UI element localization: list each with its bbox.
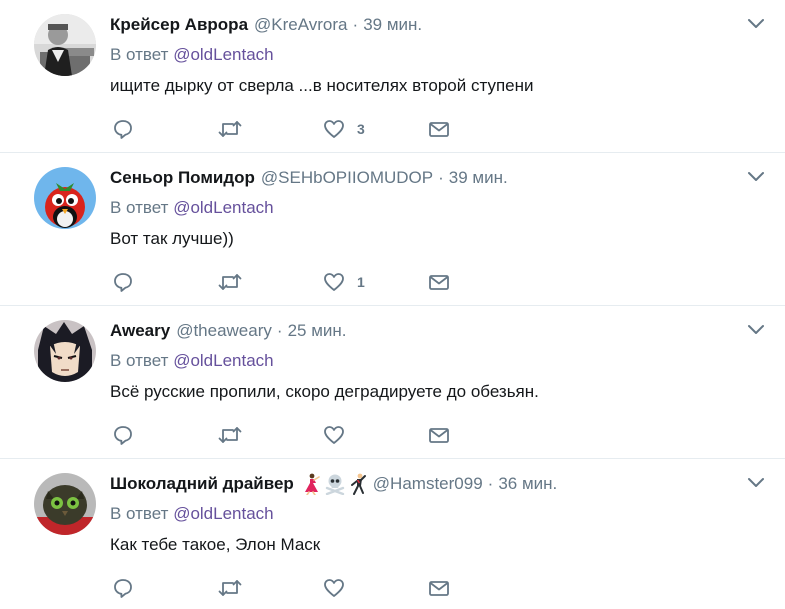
tweet-item[interactable]: Aweary @theaweary · 25 мин. В ответ @old… (0, 306, 785, 459)
reply-icon (114, 426, 132, 445)
name-emojis (301, 473, 367, 495)
separator-dot: · (438, 168, 444, 187)
tweet-header: Сеньор Помидор @SEHbOPIIOMUDOP · 39 мин. (110, 167, 508, 189)
like-button[interactable]: 1 (323, 271, 365, 293)
author-name[interactable]: Крейсер Аврора (110, 15, 248, 35)
avatar[interactable] (34, 320, 96, 382)
skull-crossbones-emoji-icon (325, 474, 344, 495)
separator-dot: · (276, 321, 283, 340)
direct-message-button[interactable] (428, 424, 450, 446)
retweet-button[interactable] (218, 424, 242, 446)
reply-prefix: В ответ (110, 198, 169, 217)
retweet-icon (218, 274, 242, 290)
reply-mention-link[interactable]: @oldLentach (173, 198, 273, 217)
retweet-icon (218, 121, 242, 137)
reply-icon (114, 120, 132, 139)
separator-dot: · (487, 474, 494, 493)
reply-button[interactable] (112, 424, 134, 446)
tweet-item[interactable]: Сеньор Помидор @SEHbOPIIOMUDOP · 39 мин.… (0, 153, 785, 306)
heart-icon (324, 120, 344, 138)
reply-prefix: В ответ (110, 351, 169, 370)
reply-icon (114, 273, 132, 292)
avatar[interactable] (34, 14, 96, 76)
heart-icon (324, 579, 344, 597)
author-name[interactable]: Aweary (110, 321, 170, 341)
reply-button[interactable] (112, 118, 134, 140)
like-count: 1 (357, 274, 365, 290)
tweet-text: Всё русские пропили, скоро деградируете … (110, 382, 539, 401)
retweet-button[interactable] (218, 271, 242, 293)
reply-context: В ответ @oldLentach (110, 45, 274, 65)
reply-context: В ответ @oldLentach (110, 351, 274, 371)
reply-mention-link[interactable]: @oldLentach (173, 504, 273, 523)
timestamp[interactable]: 36 мин. (498, 474, 557, 494)
reply-button[interactable] (112, 577, 134, 599)
avatar[interactable] (34, 473, 96, 535)
envelope-icon (429, 428, 449, 443)
reply-button[interactable] (112, 271, 134, 293)
direct-message-button[interactable] (428, 118, 450, 140)
direct-message-button[interactable] (428, 271, 450, 293)
tweet-actions: 1 (112, 271, 512, 293)
chevron-down-icon[interactable] (747, 477, 765, 489)
chevron-down-icon[interactable] (747, 171, 765, 183)
like-button[interactable]: 3 (323, 118, 365, 140)
author-handle[interactable]: @Hamster099 (373, 474, 483, 494)
tweet-header: Крейсер Аврора @KreAvrora · 39 мин. (110, 14, 422, 36)
man-dancing-emoji-icon (350, 473, 366, 495)
envelope-icon (429, 275, 449, 290)
tweet-text: Как тебе такое, Элон Маск (110, 535, 321, 554)
chevron-down-icon[interactable] (747, 324, 765, 336)
tweet-actions (112, 577, 512, 599)
timestamp[interactable]: 39 мин. (449, 168, 508, 188)
retweet-icon (218, 580, 242, 596)
tweet-actions (112, 424, 512, 446)
author-handle[interactable]: @KreAvrora (254, 15, 347, 35)
author-name[interactable]: Шоколадний драйвер (110, 474, 294, 494)
tweet-text: Вот так лучше)) (110, 229, 234, 248)
reply-icon (114, 579, 132, 598)
reply-context: В ответ @oldLentach (110, 198, 274, 218)
envelope-icon (429, 581, 449, 596)
reply-mention-link[interactable]: @oldLentach (173, 45, 273, 64)
retweet-button[interactable] (218, 577, 242, 599)
tweet-actions: 3 (112, 118, 512, 140)
like-count: 3 (357, 121, 365, 137)
author-name[interactable]: Сеньор Помидор (110, 168, 255, 188)
author-handle[interactable]: @SEHbOPIIOMUDOP (261, 168, 433, 188)
like-button[interactable] (323, 424, 357, 446)
chevron-down-icon[interactable] (747, 18, 765, 30)
avatar[interactable] (34, 167, 96, 229)
tweet-text: ищите дырку от сверла ...в носителях вто… (110, 76, 534, 95)
like-button[interactable] (323, 577, 357, 599)
timestamp[interactable]: 39 мин. (363, 15, 422, 35)
heart-icon (324, 426, 344, 444)
direct-message-button[interactable] (428, 577, 450, 599)
reply-feed: Крейсер Аврора @KreAvrora · 39 мин. В от… (0, 0, 785, 609)
tweet-header: Aweary @theaweary · 25 мин. (110, 320, 347, 342)
envelope-icon (429, 122, 449, 137)
separator-dot: · (352, 15, 359, 34)
reply-prefix: В ответ (110, 504, 169, 523)
timestamp[interactable]: 25 мин. (288, 321, 347, 341)
heart-icon (324, 273, 344, 291)
tweet-item[interactable]: Шоколадний драйвер @Hamster099 · 36 мин.… (0, 459, 785, 609)
reply-context: В ответ @oldLentach (110, 504, 274, 524)
retweet-icon (218, 427, 242, 443)
reply-prefix: В ответ (110, 45, 169, 64)
tweet-header: Шоколадний драйвер @Hamster099 · 36 мин. (110, 473, 557, 495)
author-handle[interactable]: @theaweary (176, 321, 272, 341)
dancer-emoji-icon (304, 473, 320, 495)
retweet-button[interactable] (218, 118, 242, 140)
tweet-item[interactable]: Крейсер Аврора @KreAvrora · 39 мин. В от… (0, 0, 785, 153)
reply-mention-link[interactable]: @oldLentach (173, 351, 273, 370)
